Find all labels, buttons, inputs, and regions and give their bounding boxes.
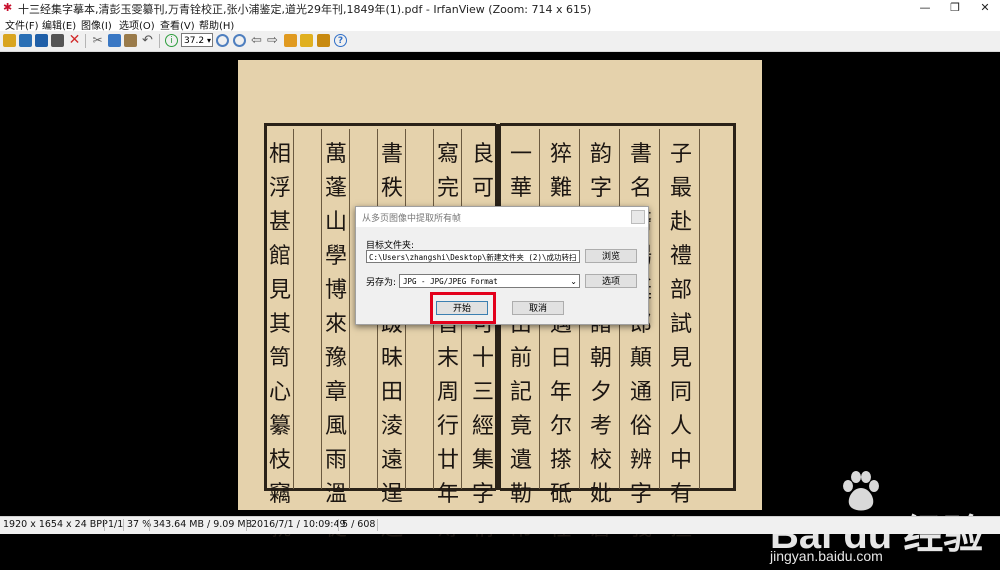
- irfanview-app-icon[interactable]: ✱: [3, 2, 14, 13]
- column-rule: [659, 129, 660, 489]
- calligraphy-column: 良可惜則補可十三經集字構: [471, 142, 494, 541]
- effects-icon[interactable]: [300, 34, 313, 47]
- watermark-url: jingyan.baidu.com: [770, 548, 883, 564]
- calligraphy-column: 萬蓬山學博來豫章風雨溫從: [324, 142, 347, 541]
- thumbnails-icon[interactable]: [19, 34, 32, 47]
- status-separator: [377, 519, 378, 531]
- highlight-box: [430, 292, 496, 324]
- menu-view[interactable]: 查看(V): [160, 17, 195, 32]
- menu-image[interactable]: 图像(I): [81, 17, 112, 32]
- calligraphy-column: 子最赴禮部試見同人中有擅: [669, 142, 692, 541]
- status-separator: [104, 519, 105, 531]
- options-button[interactable]: 选项: [585, 274, 637, 288]
- menu-edit[interactable]: 编辑(E): [42, 17, 76, 32]
- menu-help[interactable]: 帮助(H): [199, 17, 234, 32]
- cancel-button[interactable]: 取消: [512, 301, 564, 315]
- status-datetime: 2016/7/1 / 10:09:49: [251, 519, 346, 530]
- title-bar: ✱ 十三经集字摹本,清彭玉雯纂刊,万青铨校正,张小浦鉴定,道光29年刊,1849…: [0, 0, 1000, 16]
- calligraphy-column: 猝難羅致曾遇日年尔搽砥茌: [549, 142, 572, 541]
- minimize-button[interactable]: —: [910, 0, 940, 16]
- save-icon[interactable]: [35, 34, 48, 47]
- menu-options[interactable]: 选项(O): [119, 17, 155, 32]
- status-separator: [123, 519, 124, 531]
- close-window-button[interactable]: ✕: [970, 0, 1000, 16]
- next-icon[interactable]: ⇨: [266, 34, 279, 47]
- cut-icon[interactable]: ✂: [91, 34, 104, 47]
- status-bar: 1920 x 1654 x 24 BPP 1/1 37 % 343.64 MB …: [0, 516, 1000, 534]
- status-page-index: 5 / 608: [342, 519, 376, 530]
- zoom-in-icon[interactable]: [216, 34, 229, 47]
- zoom-value: 37.2: [184, 36, 205, 46]
- chevron-down-icon: ▾: [206, 36, 211, 45]
- info-icon[interactable]: i: [165, 34, 178, 47]
- dialog-title: 从多页图像中提取所有帧: [362, 214, 462, 224]
- calligraphy-column: 一華傳經畢由前記竟遺勒帛: [509, 142, 532, 541]
- previous-icon[interactable]: ⇦: [250, 34, 263, 47]
- status-separator: [338, 519, 339, 531]
- slideshow-icon[interactable]: [284, 34, 297, 47]
- help-icon[interactable]: ?: [334, 34, 347, 47]
- window-title: 十三经集字摹本,清彭玉雯纂刊,万青铨校正,张小浦鉴定,道光29年刊,1849年(…: [18, 3, 592, 16]
- zoom-select[interactable]: 37.2 ▾: [181, 33, 213, 47]
- status-page-fraction: 1/1: [108, 519, 124, 530]
- delete-icon[interactable]: ✕: [68, 33, 81, 47]
- toolbar-separator: [85, 34, 86, 48]
- copy-icon[interactable]: [108, 34, 121, 47]
- format-select[interactable]: JPG - JPG/JPEG Format ⌄: [399, 274, 580, 288]
- calligraphy-column: 書名斋揚誕郎顛通俗辨字義: [629, 142, 652, 541]
- dialog-title-bar: 从多页图像中提取所有帧: [356, 207, 648, 227]
- undo-icon[interactable]: ↶: [141, 34, 154, 47]
- paste-icon[interactable]: [124, 34, 137, 47]
- restore-button[interactable]: ❐: [940, 0, 970, 16]
- toolbar: ✕ ✂ ↶ i 37.2 ▾ ⇦ ⇨ ?: [0, 31, 1000, 52]
- format-value: JPG - JPG/JPEG Format: [403, 277, 498, 286]
- settings-icon[interactable]: [317, 34, 330, 47]
- open-folder-icon[interactable]: [3, 34, 16, 47]
- dialog-close-button[interactable]: [631, 210, 645, 224]
- status-memory: 343.64 MB / 9.09 MB: [153, 519, 253, 530]
- status-dimensions: 1920 x 1654 x 24 BPP: [3, 519, 108, 530]
- chevron-down-icon: ⌄: [570, 277, 577, 286]
- target-folder-input[interactable]: C:\Users\zhangshi\Desktop\新建文件夹 (2)\成功转扫: [366, 250, 580, 263]
- menu-file[interactable]: 文件(F): [5, 17, 39, 32]
- status-separator: [246, 519, 247, 531]
- calligraphy-column: 相浮甚館見其笥心纂枝竊就: [268, 142, 291, 541]
- toolbar-separator: [159, 34, 160, 48]
- zoom-out-icon[interactable]: [233, 34, 246, 47]
- status-separator: [149, 519, 150, 531]
- browse-button[interactable]: 浏览: [585, 249, 637, 263]
- status-zoom: 37 %: [127, 519, 152, 530]
- calligraphy-column: 寫完此清輩皆末周行廿年簿: [436, 142, 459, 541]
- calligraphy-column: 書秩尊見修跋昧田淩遠逞過: [380, 142, 403, 541]
- save-as-label: 另存为:: [366, 278, 397, 288]
- extract-frames-dialog: 从多页图像中提取所有帧 目标文件夹: C:\Users\zhangshi\Des…: [355, 206, 649, 325]
- print-icon[interactable]: [51, 34, 64, 47]
- calligraphy-column: 韵字選所存諸朝夕考校妣倉: [589, 142, 612, 541]
- menu-bar: 文件(F) 编辑(E) 图像(I) 选项(O) 查看(V) 帮助(H): [0, 16, 1000, 32]
- column-rule: [699, 129, 700, 489]
